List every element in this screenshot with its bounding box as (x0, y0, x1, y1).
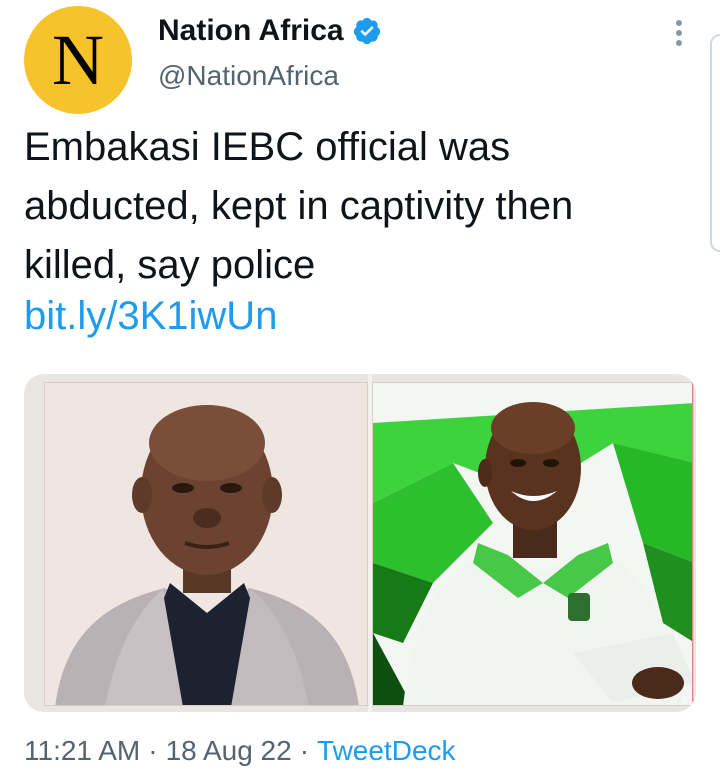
avatar[interactable]: N (24, 6, 132, 114)
more-dot-icon (676, 30, 682, 36)
photo-right[interactable] (372, 382, 694, 706)
more-dot-icon (676, 20, 682, 26)
meta-separator: · (148, 735, 158, 766)
tweet-text: Embakasi IEBC official was abducted, kep… (24, 118, 694, 295)
tweet-link[interactable]: bit.ly/3K1iwUn (24, 287, 277, 346)
tweet-date[interactable]: 18 Aug 22 (166, 735, 292, 766)
tweet-media[interactable] (24, 374, 696, 712)
tweet-source-link[interactable]: TweetDeck (317, 735, 456, 766)
photo-right-portrait-icon (373, 383, 693, 705)
avatar-letter: N (52, 20, 104, 100)
photo-left-portrait-icon (45, 383, 367, 705)
photo-left[interactable] (44, 382, 368, 706)
tweet-card: N Nation Africa @NationAfrica Embakasi I… (0, 0, 720, 776)
tweet-time[interactable]: 11:21 AM (24, 735, 140, 766)
handle[interactable]: @NationAfrica (158, 60, 339, 92)
tweet-text-line: Embakasi IEBC official was (24, 125, 511, 169)
meta-separator: · (299, 735, 310, 766)
tweet-meta: 11:21 AM · 18 Aug 22 · TweetDeck (24, 735, 456, 767)
side-edge-panel (710, 34, 720, 252)
display-name[interactable]: Nation Africa (158, 14, 344, 48)
media-edge-line (692, 380, 693, 702)
more-dot-icon (676, 40, 682, 46)
more-options-button[interactable] (664, 16, 694, 50)
author-name-row: Nation Africa (158, 14, 382, 48)
verified-badge-icon (353, 17, 380, 45)
tweet-text-line: abducted, kept in captivity then (24, 184, 574, 228)
